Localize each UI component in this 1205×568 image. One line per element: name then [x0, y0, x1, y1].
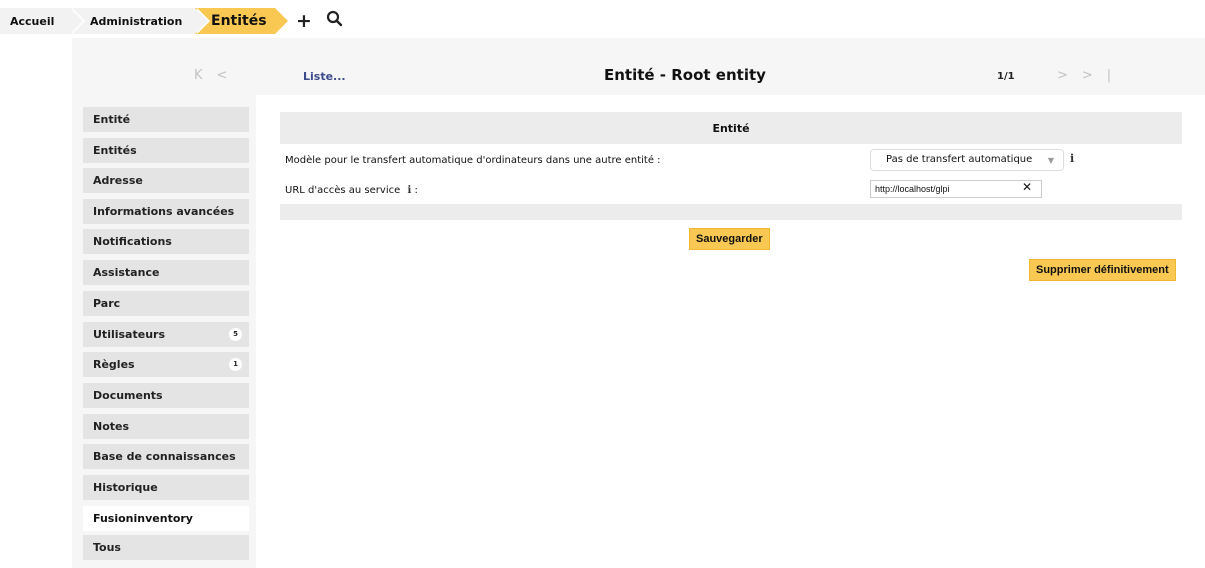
- service-url-label: URL d'accès au service: [285, 185, 401, 196]
- search-icon-glyph: [326, 10, 343, 27]
- tab-regles[interactable]: Règles 1: [83, 352, 249, 377]
- breadcrumb-administration[interactable]: Administration: [70, 8, 210, 34]
- chevron-down-icon: ▼: [1047, 156, 1054, 165]
- tab-notifications[interactable]: Notifications: [83, 229, 249, 254]
- tab-utilisateurs[interactable]: Utilisateurs 5: [83, 322, 249, 347]
- search-icon[interactable]: [326, 10, 343, 32]
- tab-label: Utilisateurs: [93, 328, 165, 341]
- first-prev-arrows[interactable]: K<: [194, 68, 241, 83]
- tab-label: Parc: [93, 297, 121, 310]
- tab-label: Historique: [93, 481, 158, 494]
- tab-fusioninventory[interactable]: Fusioninventory: [83, 506, 249, 531]
- service-url-input[interactable]: http://localhost/glpi: [870, 180, 1042, 198]
- tab-historique[interactable]: Historique: [83, 475, 249, 500]
- tab-base-de-connaissances[interactable]: Base de connaissances: [83, 444, 249, 469]
- add-icon[interactable]: +: [296, 10, 312, 32]
- breadcrumb: Accueil Administration Entités: [0, 8, 288, 34]
- count-badge: 1: [229, 358, 242, 371]
- transfer-model-value: Pas de transfert automatique: [886, 154, 1033, 165]
- prev-icon[interactable]: <: [217, 68, 242, 83]
- service-url-label-row: URL d'accès au service i :: [285, 185, 418, 196]
- tab-label: Documents: [93, 389, 163, 402]
- info-icon[interactable]: i: [407, 185, 411, 196]
- next-last-arrows[interactable]: >>|: [1057, 68, 1125, 83]
- tab-label: Assistance: [93, 266, 160, 279]
- tab-label: Base de connaissances: [93, 450, 236, 463]
- tab-label: Adresse: [93, 174, 143, 187]
- tab-label: Entités: [93, 144, 137, 157]
- tab-label: Notifications: [93, 235, 172, 248]
- breadcrumb-entities-label: Entités: [211, 13, 267, 29]
- tab-documents[interactable]: Documents: [83, 383, 249, 408]
- first-icon[interactable]: K: [194, 68, 217, 83]
- tab-assistance[interactable]: Assistance: [83, 260, 249, 285]
- pager-count: 1/1: [997, 71, 1015, 82]
- tab-label: Règles: [93, 358, 135, 371]
- tab-adresse[interactable]: Adresse: [83, 168, 249, 193]
- tab-notes[interactable]: Notes: [83, 414, 249, 439]
- count-badge: 5: [229, 328, 242, 341]
- breadcrumb-actions: +: [296, 10, 343, 32]
- close-icon[interactable]: ✕: [1022, 180, 1032, 194]
- tab-informations-avancees[interactable]: Informations avancées: [83, 199, 249, 224]
- form-footer-band: [280, 204, 1182, 220]
- tab-label: Notes: [93, 420, 130, 433]
- info-icon[interactable]: i: [1070, 152, 1074, 165]
- save-button[interactable]: Sauvegarder: [689, 228, 770, 250]
- tab-label: Informations avancées: [93, 205, 235, 218]
- next-icon[interactable]: >: [1057, 68, 1082, 83]
- last-icon[interactable]: >|: [1082, 68, 1125, 83]
- tab-tous[interactable]: Tous: [83, 535, 249, 560]
- tab-entite[interactable]: Entité: [83, 107, 249, 132]
- tab-entites[interactable]: Entités: [83, 138, 249, 163]
- tab-label: Entité: [93, 113, 131, 126]
- page-title: Entité - Root entity: [604, 66, 766, 84]
- tab-label: Tous: [93, 541, 121, 554]
- tab-parc[interactable]: Parc: [83, 291, 249, 316]
- list-link[interactable]: Liste...: [303, 70, 346, 83]
- transfer-model-select[interactable]: Pas de transfert automatique ▼: [870, 149, 1064, 171]
- transfer-model-label: Modèle pour le transfert automatique d'o…: [285, 155, 661, 166]
- service-url-colon: :: [414, 185, 418, 196]
- breadcrumb-administration-label: Administration: [90, 14, 183, 28]
- delete-permanently-button[interactable]: Supprimer définitivement: [1029, 259, 1176, 281]
- form-section-title: Entité: [280, 112, 1182, 144]
- breadcrumb-home[interactable]: Accueil: [0, 8, 85, 34]
- breadcrumb-home-label: Accueil: [10, 14, 55, 28]
- tab-label: Fusioninventory: [93, 512, 193, 525]
